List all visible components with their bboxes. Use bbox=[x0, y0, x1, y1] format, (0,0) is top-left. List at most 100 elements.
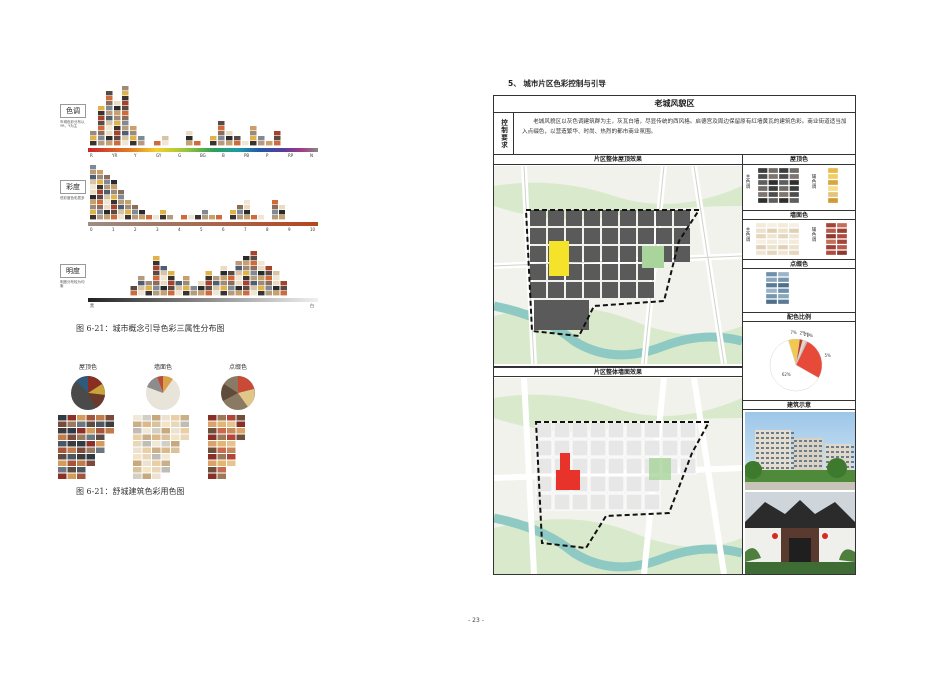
accent-pie-icon bbox=[221, 376, 255, 410]
color-swatch bbox=[152, 421, 161, 427]
histogram-cell bbox=[168, 281, 175, 286]
histogram-cell bbox=[220, 281, 227, 286]
window bbox=[781, 437, 784, 439]
histogram-cell bbox=[138, 291, 145, 296]
histogram-cell bbox=[98, 131, 105, 136]
histogram-cell bbox=[279, 210, 285, 215]
histogram-cell bbox=[258, 215, 264, 220]
window bbox=[814, 455, 817, 457]
histogram-cell bbox=[97, 180, 103, 185]
accent-color-block bbox=[744, 270, 854, 310]
histogram-cell bbox=[273, 276, 280, 281]
requirement-text: 老城风貌区以灰色调建筑群为主，灰瓦白墙，尽显传统的西风格。启德宫及周边保留原有红… bbox=[522, 119, 847, 135]
window bbox=[766, 452, 769, 454]
color-swatch bbox=[67, 415, 76, 421]
roof-aux-tone-label: 辅色调 bbox=[811, 175, 817, 190]
histogram-cell bbox=[213, 286, 220, 291]
color-chip bbox=[789, 197, 800, 204]
color-chip bbox=[766, 272, 778, 277]
histogram-cell bbox=[153, 266, 160, 271]
histogram-cell bbox=[160, 266, 167, 271]
histogram-cell bbox=[118, 200, 124, 205]
roof-block bbox=[530, 246, 546, 262]
window bbox=[804, 460, 807, 462]
color-swatch bbox=[217, 434, 226, 440]
color-swatch bbox=[105, 428, 114, 434]
histogram-cell bbox=[220, 286, 227, 291]
histogram-cell bbox=[220, 271, 227, 276]
color-swatch bbox=[217, 441, 226, 447]
histogram-cell bbox=[122, 101, 129, 106]
roof-block bbox=[602, 282, 618, 298]
color-swatch bbox=[161, 467, 170, 473]
roof-aux-swatches bbox=[828, 168, 839, 204]
traditional-building-image bbox=[745, 492, 855, 574]
roof-block bbox=[602, 264, 618, 280]
window bbox=[826, 446, 829, 448]
color-chip bbox=[826, 228, 837, 234]
color-swatch bbox=[86, 415, 95, 421]
color-chip bbox=[756, 239, 767, 245]
window bbox=[846, 446, 849, 448]
axis-tick-label: 2 bbox=[134, 227, 137, 232]
color-swatch bbox=[67, 428, 76, 434]
window bbox=[831, 451, 834, 453]
color-chip bbox=[756, 233, 767, 239]
histogram-cell bbox=[106, 121, 113, 126]
histogram-cell bbox=[198, 286, 205, 291]
window bbox=[841, 446, 844, 448]
color-swatch bbox=[152, 428, 161, 434]
wall-main-swatches bbox=[756, 223, 800, 256]
axis-tick-label: YR bbox=[111, 153, 117, 158]
histogram-cell bbox=[198, 291, 205, 296]
color-swatch bbox=[67, 460, 76, 466]
axis-tick-label: GY bbox=[156, 153, 162, 158]
hue-label: 色调 bbox=[60, 104, 86, 118]
window bbox=[791, 447, 794, 449]
histogram-cell bbox=[138, 141, 145, 146]
window bbox=[851, 456, 854, 458]
window bbox=[804, 465, 807, 467]
histogram-cell bbox=[153, 256, 160, 261]
histogram-cell bbox=[243, 281, 250, 286]
roof-block bbox=[530, 264, 546, 280]
histogram-cell bbox=[266, 141, 273, 146]
color-swatch bbox=[208, 428, 217, 434]
histogram-cell bbox=[272, 205, 278, 210]
hue-spectrum-bar bbox=[88, 148, 318, 152]
ratio-pie-svg: 7% 2%2%1%5%62% bbox=[769, 330, 831, 392]
map-divider bbox=[494, 366, 742, 367]
histogram-cell bbox=[243, 256, 250, 261]
wall-block bbox=[589, 421, 607, 439]
color-swatch bbox=[133, 447, 142, 453]
histogram-cell bbox=[90, 170, 96, 175]
color-swatch bbox=[142, 454, 151, 460]
color-swatch bbox=[86, 434, 95, 440]
roof-block bbox=[530, 228, 546, 244]
roof-swatch-title: 屋顶色 bbox=[78, 364, 97, 371]
axis-tick-label: 白 bbox=[310, 302, 314, 308]
color-chip bbox=[828, 185, 839, 192]
histogram-cell bbox=[98, 141, 105, 146]
histogram-cell bbox=[198, 281, 205, 286]
color-swatch bbox=[208, 473, 217, 479]
color-chip bbox=[836, 228, 848, 234]
color-swatch bbox=[161, 441, 170, 447]
color-chip bbox=[777, 239, 789, 245]
histogram-cell bbox=[205, 276, 212, 281]
histogram-cell bbox=[250, 256, 257, 261]
histogram-cell bbox=[220, 291, 227, 296]
color-swatch bbox=[227, 460, 236, 466]
histogram-cell bbox=[250, 271, 257, 276]
histogram-cell bbox=[138, 286, 145, 291]
histogram-cell bbox=[235, 261, 242, 266]
histogram-cell bbox=[213, 276, 220, 281]
wall-block bbox=[607, 421, 625, 439]
color-swatch bbox=[77, 421, 86, 427]
window bbox=[786, 442, 789, 444]
window bbox=[791, 432, 794, 434]
color-swatch bbox=[142, 421, 151, 427]
histogram-cell bbox=[114, 121, 121, 126]
green-space bbox=[642, 246, 664, 268]
window bbox=[814, 445, 817, 447]
